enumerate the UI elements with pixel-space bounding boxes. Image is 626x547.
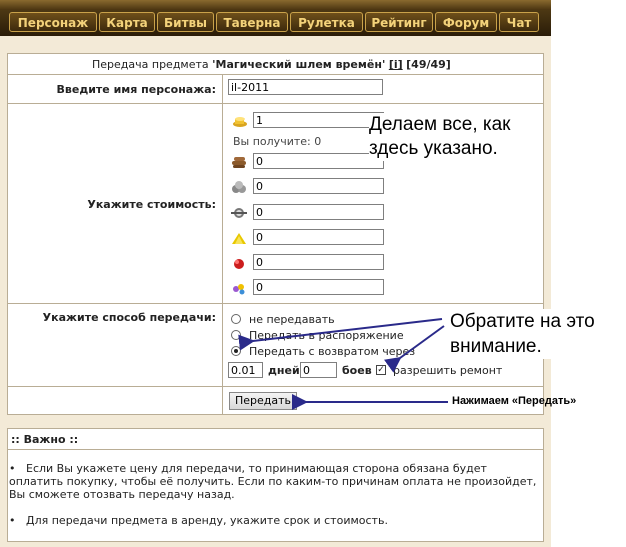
annotation-arrows	[238, 318, 448, 410]
arrow-to-return-option	[383, 325, 445, 373]
arrow-to-transfer-ownership	[238, 318, 443, 351]
